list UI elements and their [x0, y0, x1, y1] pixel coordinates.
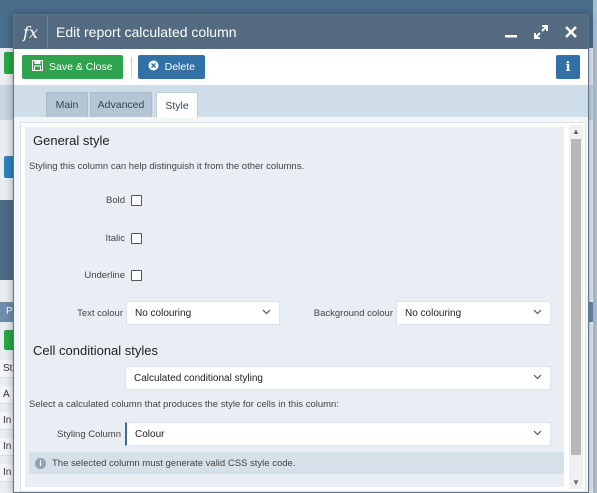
- delete-label: Delete: [164, 61, 195, 73]
- background-right-edge: [593, 0, 597, 493]
- background-colour-value: No colouring: [405, 307, 462, 319]
- chevron-down-icon: [533, 307, 542, 319]
- dialog-titlebar[interactable]: fx Edit report calculated column: [14, 15, 588, 49]
- conditional-mode-select[interactable]: Calculated conditional styling: [125, 366, 551, 390]
- dialog-title: Edit report calculated column: [56, 24, 237, 40]
- css-note-text: The selected column must generate valid …: [52, 457, 296, 469]
- background-row: In: [0, 438, 14, 456]
- styling-column-value: Colour: [135, 428, 165, 440]
- scroll-down-icon[interactable]: ▼: [572, 478, 580, 487]
- scroll-up-icon[interactable]: ▲: [572, 127, 580, 136]
- dialog-toolbar: Save & Close Delete i: [14, 49, 588, 85]
- tab-main[interactable]: Main: [46, 92, 88, 117]
- styling-column-label: Styling Column: [57, 429, 121, 440]
- tab-advanced[interactable]: Advanced: [90, 92, 152, 117]
- style-pane: General style Styling this column can he…: [25, 127, 564, 487]
- delete-icon: [148, 60, 159, 74]
- chevron-down-icon: [533, 428, 542, 440]
- vertical-scrollbar[interactable]: ▲ ▼: [569, 125, 583, 489]
- styling-column-select[interactable]: Colour: [125, 422, 551, 446]
- toolbar-separator: [130, 57, 132, 77]
- background-row: In: [0, 464, 14, 482]
- general-style-description: Styling this column can help distinguish…: [29, 161, 305, 172]
- italic-label: Italic: [105, 233, 125, 244]
- conditional-mode-value: Calculated conditional styling: [134, 372, 263, 384]
- text-colour-select[interactable]: No colouring: [126, 301, 280, 325]
- bold-checkbox[interactable]: [131, 195, 142, 206]
- save-icon: [32, 60, 43, 74]
- cell-conditional-heading: Cell conditional styles: [33, 343, 159, 358]
- maximize-icon[interactable]: [528, 19, 554, 45]
- text-colour-label: Text colour: [77, 308, 123, 319]
- background-row: In: [0, 412, 14, 430]
- background-dark-panel: [0, 200, 14, 280]
- background-colour-select[interactable]: No colouring: [396, 301, 551, 325]
- close-icon[interactable]: [558, 19, 584, 45]
- function-icon: fx: [14, 15, 48, 49]
- info-circle-icon: i: [35, 457, 46, 469]
- text-colour-value: No colouring: [135, 307, 192, 319]
- italic-checkbox[interactable]: [131, 233, 142, 244]
- chevron-down-icon: [262, 307, 271, 319]
- cell-conditional-description: Select a calculated column that produces…: [29, 399, 339, 410]
- tab-style[interactable]: Style: [156, 92, 198, 118]
- edit-calculated-column-dialog: fx Edit report calculated column Save & …: [13, 14, 589, 493]
- style-tab-content: General style Styling this column can he…: [20, 122, 586, 492]
- save-close-button[interactable]: Save & Close: [22, 55, 123, 79]
- tab-bar: Main Advanced Style: [14, 85, 588, 118]
- scrollbar-thumb[interactable]: [571, 139, 581, 455]
- background-row: A: [0, 386, 14, 404]
- delete-button[interactable]: Delete: [137, 55, 205, 79]
- bold-label: Bold: [105, 195, 125, 206]
- background-row: St: [0, 360, 14, 378]
- css-note: i The selected column must generate vali…: [29, 452, 564, 474]
- general-style-heading: General style: [33, 133, 110, 148]
- underline-label: Underline: [84, 270, 125, 281]
- info-icon[interactable]: i: [556, 55, 580, 79]
- underline-checkbox[interactable]: [131, 270, 142, 281]
- minimize-icon[interactable]: [498, 19, 524, 45]
- chevron-down-icon: [533, 372, 542, 384]
- background-colour-label: Background colour: [313, 308, 393, 319]
- save-close-label: Save & Close: [49, 61, 113, 73]
